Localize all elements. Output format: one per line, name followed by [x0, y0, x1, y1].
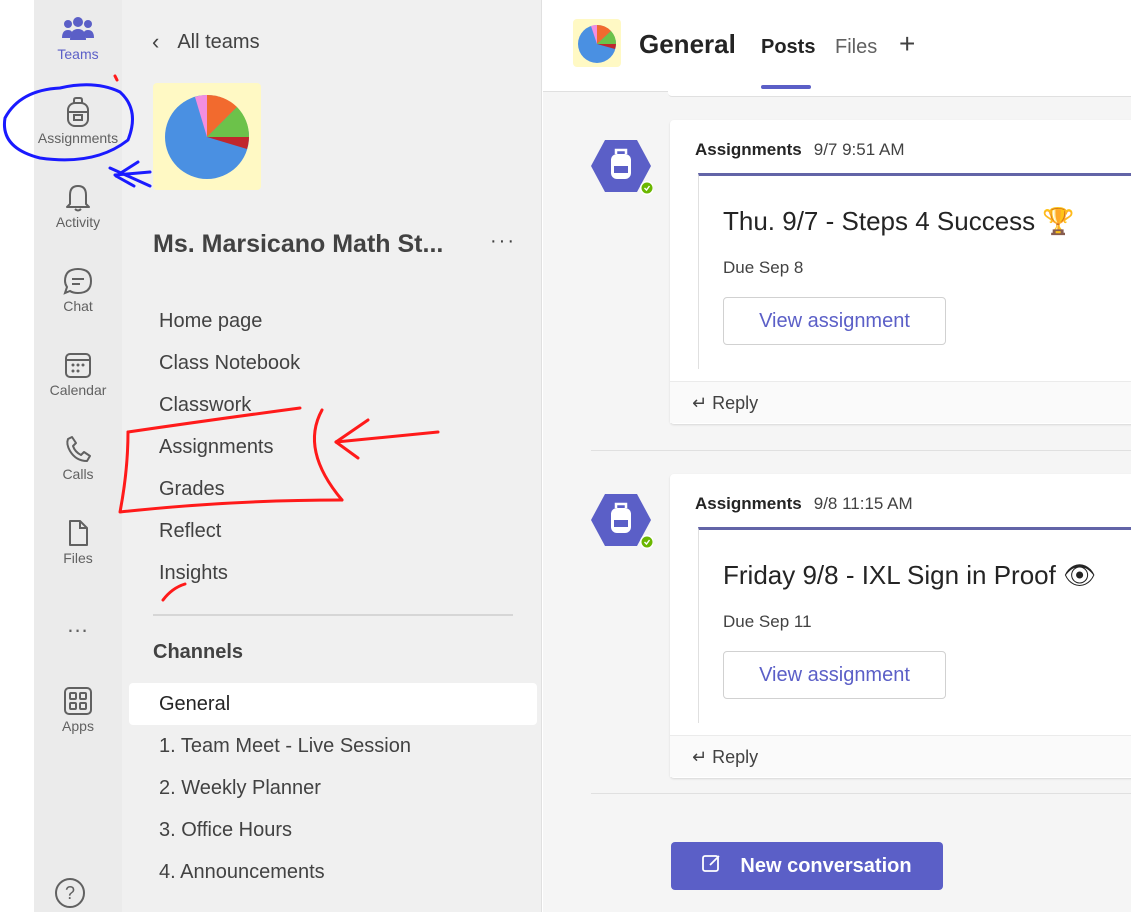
nav-item-insights[interactable]: Insights — [159, 562, 228, 585]
post-separator — [591, 450, 1131, 451]
reply-icon: ↵ — [692, 747, 708, 767]
post-author: Assignments — [695, 140, 802, 159]
assignment-title: Thu. 9/7 - Steps 4 Success 🏆 — [723, 206, 1075, 236]
team-more-options-button[interactable]: ··· — [490, 230, 516, 253]
rail-item-chat[interactable]: Chat — [34, 266, 122, 314]
help-icon[interactable]: ? — [55, 878, 85, 908]
chevron-left-icon: ‹ — [152, 29, 160, 54]
rail-label-calendar: Calendar — [49, 382, 107, 398]
reply-label: Reply — [712, 393, 759, 413]
active-tab-indicator — [761, 85, 811, 89]
nav-divider — [153, 614, 513, 616]
channels-heading: Channels — [153, 641, 244, 663]
channel-office-hours[interactable]: 3. Office Hours — [129, 809, 537, 851]
nav-item-home-page[interactable]: Home page — [159, 310, 262, 333]
rail-label-teams: Teams — [57, 46, 99, 62]
pie-chart-logo-icon — [578, 24, 617, 63]
channel-header: General Posts Files + — [543, 0, 1131, 92]
team-avatar[interactable] — [153, 83, 261, 190]
all-teams-label: All teams — [177, 30, 260, 53]
phone-icon — [34, 434, 122, 464]
post-meta: Assignments 9/8 11:15 AM — [695, 494, 913, 514]
backpack-icon — [591, 140, 654, 195]
post-card: Assignments 9/7 9:51 AM Thu. 9/7 - Steps … — [670, 120, 1131, 424]
team-pane: ‹ All teams Ms. Marsicano Math St... ···… — [122, 0, 542, 912]
assignments-bot-avatar[interactable] — [589, 491, 654, 549]
backpack-icon — [34, 96, 122, 128]
channel-weekly-planner[interactable]: 2. Weekly Planner — [129, 767, 537, 809]
nav-item-reflect[interactable]: Reflect — [159, 520, 221, 543]
rail-label-activity: Activity — [55, 214, 101, 230]
rail-item-teams[interactable]: Teams — [34, 14, 122, 62]
rail-label-chat: Chat — [63, 298, 93, 314]
app-rail: Teams Assignments Activity Chat Calendar… — [34, 0, 122, 912]
nav-item-grades[interactable]: Grades — [159, 478, 225, 501]
file-icon — [34, 518, 122, 548]
assignment-card: Thu. 9/7 - Steps 4 Success 🏆 Due Sep 8 V… — [698, 173, 1131, 369]
calendar-icon — [34, 350, 122, 380]
rail-label-apps: Apps — [62, 718, 94, 734]
assignment-due-date: Due Sep 11 — [723, 612, 812, 631]
rail-item-calendar[interactable]: Calendar — [34, 350, 122, 398]
channel-avatar — [573, 19, 621, 67]
teams-icon — [34, 14, 122, 44]
rail-item-files[interactable]: Files — [34, 518, 122, 566]
rail-item-assignments[interactable]: Assignments — [34, 96, 122, 146]
post-meta: Assignments 9/7 9:51 AM — [695, 140, 904, 160]
rail-label-assignments: Assignments — [37, 130, 119, 146]
bell-icon — [34, 182, 122, 212]
post-separator — [591, 793, 1131, 794]
view-assignment-button[interactable]: View assignment — [723, 297, 946, 345]
tab-files[interactable]: Files — [835, 36, 877, 59]
assignment-title: Friday 9/8 - IXL Sign in Proof 👁 — [723, 560, 1097, 590]
tab-posts[interactable]: Posts — [761, 36, 815, 59]
reply-button[interactable]: ↵ Reply — [670, 381, 1131, 423]
assignments-bot-avatar[interactable] — [589, 137, 654, 195]
channel-team-meet[interactable]: 1. Team Meet - Live Session — [129, 725, 537, 767]
nav-item-classwork[interactable]: Classwork — [159, 394, 251, 417]
rail-item-apps[interactable]: Apps — [34, 686, 122, 734]
previous-post-edge — [668, 91, 1131, 97]
post-time: 9/7 9:51 AM — [813, 140, 905, 159]
assignment-card: Friday 9/8 - IXL Sign in Proof 👁 Due Sep… — [698, 527, 1131, 723]
post-author: Assignments — [695, 494, 802, 513]
rail-item-calls[interactable]: Calls — [34, 434, 122, 482]
rail-label-calls: Calls — [62, 466, 94, 482]
channel-main: General Posts Files + Assignments 9/7 9:5… — [543, 0, 1131, 912]
rail-item-activity[interactable]: Activity — [34, 182, 122, 230]
new-conversation-label: New conversation — [740, 854, 912, 877]
nav-item-assignments[interactable]: Assignments — [159, 436, 274, 459]
more-apps-button[interactable]: ... — [34, 612, 122, 638]
post-card: Assignments 9/8 11:15 AM Friday 9/8 - IXL… — [670, 474, 1131, 778]
apps-icon — [34, 686, 122, 716]
nav-item-class-notebook[interactable]: Class Notebook — [159, 352, 300, 375]
reply-label: Reply — [712, 747, 759, 767]
view-assignment-button[interactable]: View assignment — [723, 651, 946, 699]
backpack-icon — [591, 494, 654, 549]
chat-icon — [34, 266, 122, 296]
add-tab-button[interactable]: + — [899, 28, 915, 60]
team-name: Ms. Marsicano Math St... — [153, 230, 444, 258]
assignment-due-date: Due Sep 8 — [723, 258, 804, 277]
channel-announcements[interactable]: 4. Announcements — [129, 851, 537, 893]
reply-icon: ↵ — [692, 393, 708, 413]
channel-general[interactable]: General — [129, 683, 537, 725]
new-conversation-button[interactable]: New conversation — [671, 842, 943, 890]
all-teams-link[interactable]: ‹ All teams — [152, 29, 260, 55]
post-time: 9/8 11:15 AM — [813, 494, 913, 513]
compose-icon — [702, 853, 722, 879]
left-edge — [0, 0, 34, 912]
reply-button[interactable]: ↵ Reply — [670, 735, 1131, 777]
rail-label-files: Files — [63, 550, 93, 566]
pie-chart-logo-icon — [165, 94, 250, 179]
channel-title: General — [639, 29, 736, 59]
